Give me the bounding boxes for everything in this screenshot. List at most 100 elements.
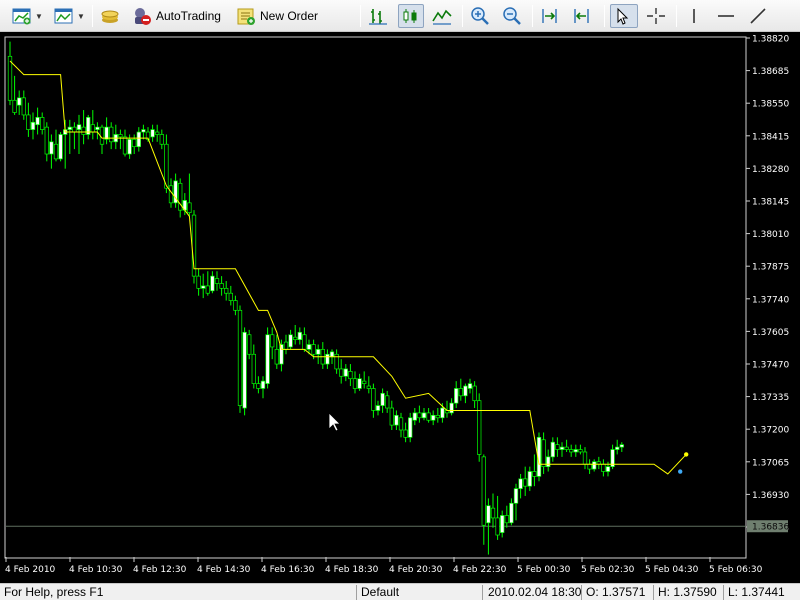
bear-candle — [270, 334, 275, 348]
bull-candle — [127, 139, 132, 155]
time-tick-label: 5 Feb 04:30 — [645, 565, 699, 575]
bull-candle — [30, 121, 36, 130]
bull-candle — [201, 285, 206, 289]
vertical-line-icon — [693, 9, 695, 23]
bear-candle — [523, 478, 528, 487]
bull-candle — [412, 412, 417, 421]
bull-candle — [76, 124, 82, 130]
zoom-in-button[interactable] — [468, 4, 494, 28]
status-separator — [723, 585, 724, 600]
bear-candle — [371, 388, 376, 411]
toolbar-separator — [676, 5, 677, 27]
chart-window[interactable]: 1.38820 1.38685 1.38550 1.38415 1.38280 1.381… — [0, 32, 800, 583]
bear-candle — [274, 349, 279, 365]
bear-candle — [21, 97, 26, 116]
candlestick-chart[interactable]: 1.38820 1.38685 1.38550 1.38415 1.38280 1.381… — [0, 32, 800, 583]
status-help-text: For Help, press F1 — [4, 585, 104, 599]
trendline-button[interactable] — [746, 4, 772, 28]
bear-candle — [237, 309, 243, 406]
price-tick-label: 1.38145 — [752, 198, 789, 208]
time-tick-label: 5 Feb 06:30 — [709, 565, 763, 575]
bull-candle — [67, 126, 72, 130]
bear-candle — [555, 444, 560, 450]
time-tick-label: 5 Feb 00:30 — [517, 565, 571, 575]
profiles-button[interactable]: ▼ — [52, 4, 90, 28]
new-order-button[interactable]: New Order — [234, 4, 320, 28]
bull-candle — [316, 349, 321, 355]
bar-chart-button[interactable] — [366, 4, 392, 28]
zoom-in-icon — [471, 7, 489, 25]
bull-candle — [559, 446, 565, 450]
price-tick-label: 1.37470 — [752, 361, 789, 371]
toolbar-separator — [462, 5, 463, 27]
candlestick-chart-icon — [403, 9, 417, 23]
bear-candle — [122, 136, 128, 155]
time-tick-label: 5 Feb 02:30 — [581, 565, 635, 575]
indicator-dot-marker — [678, 469, 683, 474]
bear-candle — [26, 114, 31, 130]
zoom-out-button[interactable] — [500, 4, 526, 28]
bear-candle — [385, 395, 390, 409]
bull-candle — [297, 331, 302, 340]
price-tick-label: 1.37335 — [752, 393, 789, 403]
bull-candle — [513, 488, 519, 504]
main-toolbar: ▼ ▼ AutoTrading New Order — [0, 0, 800, 32]
line-chart-icon — [432, 9, 452, 25]
chart-frame — [4, 36, 747, 559]
bar-chart-icon — [369, 9, 387, 25]
bull-candle — [325, 353, 330, 365]
bull-candle — [288, 334, 293, 348]
autotrading-button[interactable]: AutoTrading — [130, 4, 226, 28]
bull-candle — [467, 383, 473, 389]
bull-candle — [279, 344, 284, 365]
bear-candle — [426, 412, 431, 421]
status-separator — [356, 585, 357, 600]
toolbar-separator — [604, 5, 605, 27]
bear-candle — [293, 336, 298, 340]
line-chart-button[interactable] — [430, 4, 456, 28]
price-tick-label: 1.37065 — [752, 458, 789, 468]
bull-candle — [421, 412, 427, 419]
bear-candle — [302, 334, 307, 350]
new-order-icon — [237, 8, 255, 25]
status-profile: Default — [361, 585, 400, 599]
profiles-icon — [54, 8, 73, 24]
vertical-line-button[interactable] — [682, 4, 708, 28]
bull-candle — [260, 380, 266, 389]
candlestick-chart-button[interactable] — [398, 4, 424, 28]
bull-candle — [306, 344, 312, 350]
new-chart-icon — [12, 8, 31, 25]
bear-candle — [283, 341, 289, 350]
bear-candle — [109, 126, 114, 143]
price-tick-label: 1.38820 — [752, 35, 789, 45]
chevron-down-icon: ▼ — [77, 11, 85, 21]
bear-candle — [214, 278, 220, 284]
price-tick-label: 1.38280 — [752, 165, 789, 175]
market-watch-button[interactable] — [98, 4, 124, 28]
bear-candle — [224, 287, 229, 294]
bull-candle — [518, 478, 523, 489]
cursor-button[interactable] — [610, 4, 638, 28]
bull-candle — [454, 388, 459, 404]
bear-candle — [132, 139, 137, 148]
autoscroll-button[interactable] — [570, 4, 596, 28]
status-separator — [653, 585, 654, 600]
bull-candle — [463, 385, 468, 397]
horizontal-line-button[interactable] — [714, 4, 740, 28]
bull-candle — [408, 417, 413, 438]
time-tick-label: 4 Feb 22:30 — [453, 565, 507, 575]
crosshair-icon — [647, 8, 665, 24]
time-tick-label: 4 Feb 10:30 — [69, 565, 123, 575]
bear-candle — [601, 463, 606, 472]
bear-candle — [247, 334, 252, 355]
bear-candle — [504, 515, 509, 524]
bear-candle — [233, 300, 238, 311]
bear-candle — [569, 449, 574, 453]
new-chart-button[interactable]: ▼ — [10, 4, 50, 28]
bull-candle — [509, 502, 514, 524]
bear-candle — [159, 134, 164, 145]
crosshair-button[interactable] — [644, 4, 670, 28]
bear-candle — [348, 371, 353, 380]
chart-shift-button[interactable] — [538, 4, 564, 28]
toolbar-separator — [532, 5, 533, 27]
